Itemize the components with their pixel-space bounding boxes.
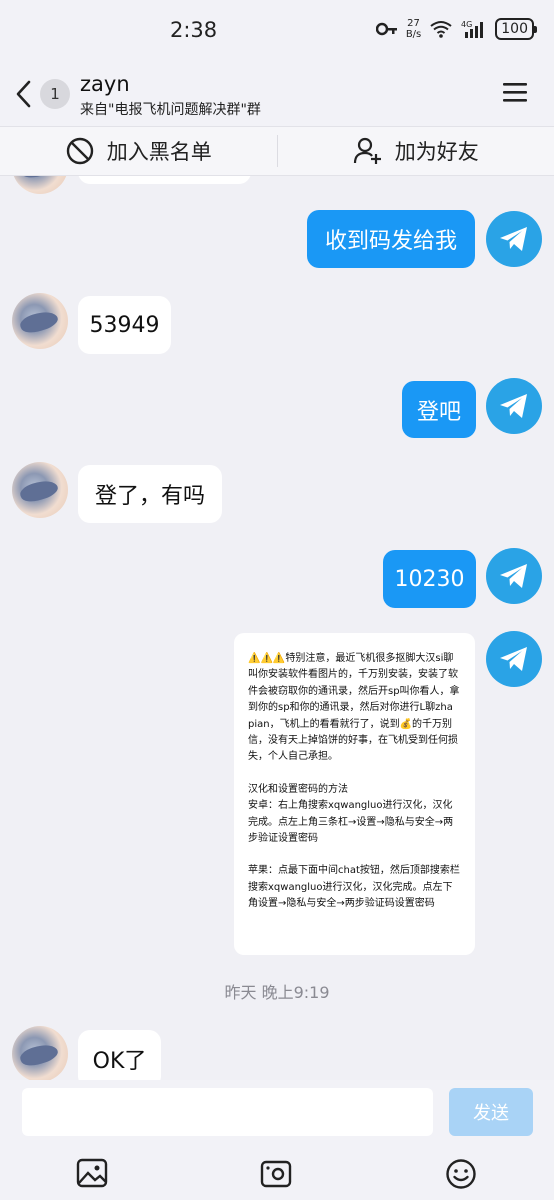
add-friend-button[interactable]: 加为好友 [278, 127, 554, 175]
signal-icon: 4G [461, 20, 484, 38]
key-icon [375, 22, 397, 36]
telegram-icon [500, 564, 527, 588]
telegram-icon [500, 647, 527, 671]
status-time: 2:38 [170, 18, 218, 42]
message-text: 10230 [394, 566, 465, 592]
message-list[interactable]: 收到码发给我 53949 登吧 登了，有吗 10230 ⚠️⚠️⚠️特别注意，最… [0, 176, 554, 1080]
send-button[interactable]: 发送 [449, 1088, 533, 1136]
notice-paragraph-warning: ⚠️⚠️⚠️特别注意，最近飞机很多抠脚大汉si聊叫你安装软件看图片的，千万别安装… [248, 653, 460, 763]
message-bubble-incoming[interactable]: 登了，有吗 [78, 465, 222, 523]
unread-count-badge: 1 [40, 79, 70, 109]
net-speed: 27 B/s [406, 18, 421, 40]
message-text: 登吧 [416, 399, 461, 425]
notice-paragraph-android: 汉化和设置密码的方法 安卓：右上角搜索xqwangluo进行汉化，汉化完成。点左… [248, 783, 454, 845]
own-avatar[interactable] [486, 548, 542, 604]
date-separator: 昨天 晚上9:19 [224, 983, 330, 1002]
message-bubble-outgoing[interactable]: 登吧 [402, 381, 476, 438]
camera-icon[interactable] [260, 1158, 292, 1188]
own-avatar[interactable] [486, 211, 542, 267]
status-bar: 2:38 27 B/s 4G 100 [0, 0, 554, 62]
wifi-icon [430, 21, 452, 38]
message-bubble-incoming[interactable]: OK了 [78, 1030, 161, 1080]
sender-avatar[interactable] [12, 293, 68, 349]
emoji-icon[interactable] [445, 1158, 477, 1190]
sender-avatar[interactable] [12, 176, 68, 194]
message-bubble-outgoing[interactable]: 收到码发给我 [307, 210, 475, 268]
notice-paragraph-ios: 苹果：点最下面中间chat按钮，然后顶部搜索栏搜索xqwangluo进行汉化，汉… [248, 865, 460, 910]
own-avatar[interactable] [486, 631, 542, 687]
status-icons: 27 B/s 4G 100 [375, 18, 537, 40]
input-bar: 发送 [0, 1080, 554, 1200]
chat-header: 1 zayn 来自"电报飞机问题解决群"群 [0, 62, 554, 126]
signal-label: 4G [461, 20, 472, 29]
block-label: 加入黑名单 [106, 140, 212, 164]
block-button[interactable]: 加入黑名单 [0, 127, 277, 175]
add-user-icon [353, 137, 381, 164]
battery-indicator: 100 [495, 18, 537, 40]
block-icon [66, 137, 93, 165]
contact-action-bar: 加入黑名单 加为好友 [0, 126, 554, 176]
menu-button[interactable] [502, 80, 528, 104]
hamburger-menu-icon [503, 83, 527, 102]
message-text: 53949 [89, 312, 160, 338]
sender-avatar[interactable] [12, 462, 68, 518]
telegram-icon [500, 227, 527, 251]
chat-subtitle: 来自"电报飞机问题解决群"群 [80, 102, 261, 118]
message-bubble-outgoing[interactable]: 10230 [383, 550, 476, 608]
message-bubble-incoming[interactable]: 53949 [78, 296, 171, 354]
message-text: OK了 [92, 1049, 147, 1074]
sender-avatar[interactable] [12, 1026, 68, 1080]
message-text: 登了，有吗 [94, 484, 205, 509]
message-text: 收到码发给我 [324, 229, 457, 254]
own-avatar[interactable] [486, 378, 542, 434]
chat-title: zayn [80, 72, 130, 96]
net-speed-unit: B/s [405, 29, 422, 40]
telegram-icon [500, 394, 527, 418]
add-friend-label: 加为好友 [394, 140, 479, 164]
net-speed-value: 27 [407, 18, 420, 29]
notice-message-bubble[interactable]: ⚠️⚠️⚠️特别注意，最近飞机很多抠脚大汉si聊叫你安装软件看图片的，千万别安装… [234, 633, 475, 955]
message-bubble-partial[interactable] [78, 176, 251, 184]
chevron-left-icon [16, 80, 31, 108]
back-button[interactable]: 1 [14, 74, 74, 114]
message-input[interactable] [22, 1088, 433, 1136]
image-icon[interactable] [76, 1158, 108, 1188]
